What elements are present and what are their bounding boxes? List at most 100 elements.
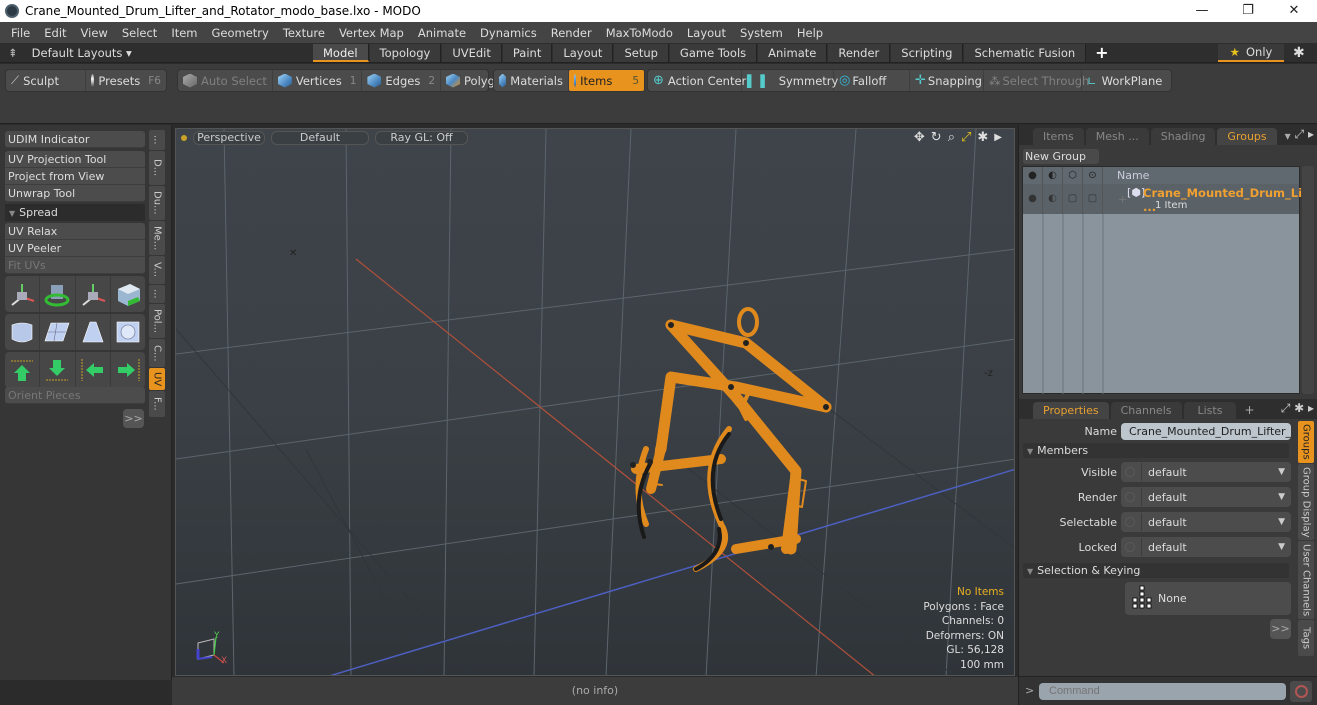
shading-dropdown[interactable]: Default	[271, 131, 369, 145]
select-col-icon[interactable]: ⬡	[1063, 167, 1083, 184]
maximize-view-icon[interactable]: ⤢	[961, 130, 971, 146]
menu-maxtomodo[interactable]: MaxToModo	[599, 26, 680, 40]
render-col-icon[interactable]: ◐	[1043, 167, 1063, 184]
zoom-icon[interactable]: ⌕	[948, 130, 955, 146]
uv-relax-button[interactable]: UV Relax	[5, 223, 145, 240]
tab-animate[interactable]: Animate	[758, 44, 828, 62]
properties-panel-options-icon[interactable]: ⤢ ✱ ▸	[1281, 401, 1314, 416]
tab-lists[interactable]: Lists	[1183, 402, 1237, 419]
rotate-icon[interactable]: ↻	[931, 130, 942, 146]
tab-channels[interactable]: Channels	[1110, 402, 1182, 419]
render-dropdown[interactable]: default ▼	[1121, 487, 1291, 507]
tab-mesh[interactable]: Mesh ...	[1085, 128, 1149, 145]
menu-vertex-map[interactable]: Vertex Map	[332, 26, 411, 40]
orient-pieces-button[interactable]: Orient Pieces	[5, 387, 145, 404]
visibility-col-icon[interactable]: ●	[1023, 167, 1043, 184]
vtab-d[interactable]: D...	[149, 151, 165, 185]
gear-icon[interactable]: ✱	[1293, 43, 1305, 63]
tab-properties[interactable]: Properties	[1033, 402, 1109, 419]
visible-dropdown[interactable]: default ▼	[1121, 462, 1291, 482]
more-options-button[interactable]: >>	[1270, 619, 1291, 639]
name-column-header[interactable]: Name	[1103, 169, 1149, 182]
menu-file[interactable]: File	[4, 26, 37, 40]
viewport-more-icon[interactable]: ▶	[994, 130, 1002, 146]
vtab-6[interactable]: ...	[149, 285, 165, 303]
uv-move-icon[interactable]	[5, 276, 41, 312]
symmetry-button[interactable]: ▌▐ Symmetry	[742, 70, 838, 91]
select-through-button[interactable]: ⁂ Select Through	[984, 70, 1089, 91]
tab-setup[interactable]: Setup	[614, 44, 669, 62]
more-tools-button[interactable]: >>	[123, 409, 144, 428]
menu-item[interactable]: Item	[164, 26, 204, 40]
visible-keyframe-indicator[interactable]	[1125, 467, 1135, 477]
align-down-icon[interactable]	[40, 352, 76, 388]
tab-layout[interactable]: Layout	[553, 44, 614, 62]
uv-rotate-icon[interactable]	[40, 276, 76, 312]
vtab-tags[interactable]: Tags	[1298, 620, 1314, 656]
uv-sphere-icon[interactable]	[111, 314, 145, 350]
vtab-1[interactable]: ...	[149, 130, 165, 150]
vtab-pol[interactable]: Pol...	[149, 304, 165, 338]
action-center-button[interactable]: ⊕ Action Center	[648, 70, 746, 91]
menu-system[interactable]: System	[733, 26, 790, 40]
selection-keying-section[interactable]: ▼ Selection & Keying	[1023, 563, 1289, 578]
expand-plus-icon[interactable]: +	[1118, 193, 1127, 206]
tab-items[interactable]: Items	[1033, 128, 1084, 145]
tab-uvedit[interactable]: UVEdit	[442, 44, 502, 62]
tab-game-tools[interactable]: Game Tools	[669, 44, 758, 62]
tab-model[interactable]: Model	[313, 44, 369, 62]
menu-view[interactable]: View	[74, 26, 115, 40]
menu-select[interactable]: Select	[115, 26, 164, 40]
align-up-icon[interactable]	[5, 352, 41, 388]
udim-indicator-button[interactable]: UDIM Indicator	[5, 131, 145, 148]
menu-dynamics[interactable]: Dynamics	[473, 26, 544, 40]
locked-keyframe-indicator[interactable]	[1125, 542, 1135, 552]
vtab-v[interactable]: V...	[149, 256, 165, 284]
pan-icon[interactable]: ✥	[914, 130, 925, 146]
project-from-view-button[interactable]: Project from View	[5, 168, 145, 185]
members-section[interactable]: ▼ Members	[1023, 443, 1289, 458]
3d-viewport[interactable]: ✕ -z Y X Perspective Default Ray GL: Off…	[175, 128, 1015, 676]
selectable-dropdown[interactable]: default ▼	[1121, 512, 1291, 532]
close-button[interactable]: ✕	[1271, 0, 1317, 22]
render-keyframe-indicator[interactable]	[1125, 492, 1135, 502]
menu-animate[interactable]: Animate	[411, 26, 473, 40]
groups-list-scrollbar[interactable]	[1302, 166, 1314, 394]
presets-button[interactable]: Presets F6	[86, 70, 166, 91]
snapping-button[interactable]: ✛ Snapping	[910, 70, 984, 91]
vtab-group-display[interactable]: Group Display	[1298, 464, 1314, 540]
uv-transform-cube-icon[interactable]	[111, 276, 145, 312]
tab-groups[interactable]: Groups	[1217, 128, 1277, 145]
vtab-me[interactable]: Me...	[149, 221, 165, 255]
fit-uvs-button[interactable]: Fit UVs	[5, 257, 145, 274]
tab-shading[interactable]: Shading	[1150, 128, 1216, 145]
menu-render[interactable]: Render	[544, 26, 599, 40]
uv-planar-icon[interactable]	[40, 314, 76, 350]
minimize-button[interactable]: —	[1179, 0, 1225, 22]
vtab-du[interactable]: Du...	[149, 186, 165, 220]
unwrap-tool-button[interactable]: Unwrap Tool	[5, 185, 145, 202]
spread-section[interactable]: ▼ Spread	[5, 204, 145, 221]
menu-edit[interactable]: Edit	[37, 26, 73, 40]
menu-geometry[interactable]: Geometry	[205, 26, 276, 40]
materials-button[interactable]: Materials	[494, 70, 569, 91]
tab-scripting[interactable]: Scripting	[891, 44, 964, 62]
selection-keying-none-button[interactable]: None	[1125, 582, 1291, 615]
auto-select-button[interactable]: Auto Select	[178, 70, 273, 91]
sculpt-button[interactable]: ⟋ Sculpt	[6, 70, 86, 91]
workplane-button[interactable]: ∟ WorkPlane	[1082, 70, 1168, 91]
edges-button[interactable]: Edges 2	[362, 70, 442, 91]
new-group-button[interactable]: New Group	[1023, 149, 1099, 164]
expand-panel-icon[interactable]: ⤢ ▸	[1295, 127, 1314, 142]
record-macro-button[interactable]	[1290, 681, 1312, 702]
add-tab-button[interactable]: +	[1087, 44, 1116, 62]
default-layouts-dropdown[interactable]: ⇞ Default Layouts ▾	[8, 43, 132, 63]
viewport-settings-icon[interactable]: ✱	[977, 130, 988, 146]
tab-schematic-fusion[interactable]: Schematic Fusion	[964, 44, 1087, 62]
maximize-button[interactable]: ❐	[1225, 0, 1271, 22]
command-input[interactable]	[1039, 683, 1286, 700]
menu-texture[interactable]: Texture	[276, 26, 332, 40]
vtab-c[interactable]: C...	[149, 339, 165, 367]
tab-paint[interactable]: Paint	[502, 44, 553, 62]
uv-peeler-button[interactable]: UV Peeler	[5, 240, 145, 257]
